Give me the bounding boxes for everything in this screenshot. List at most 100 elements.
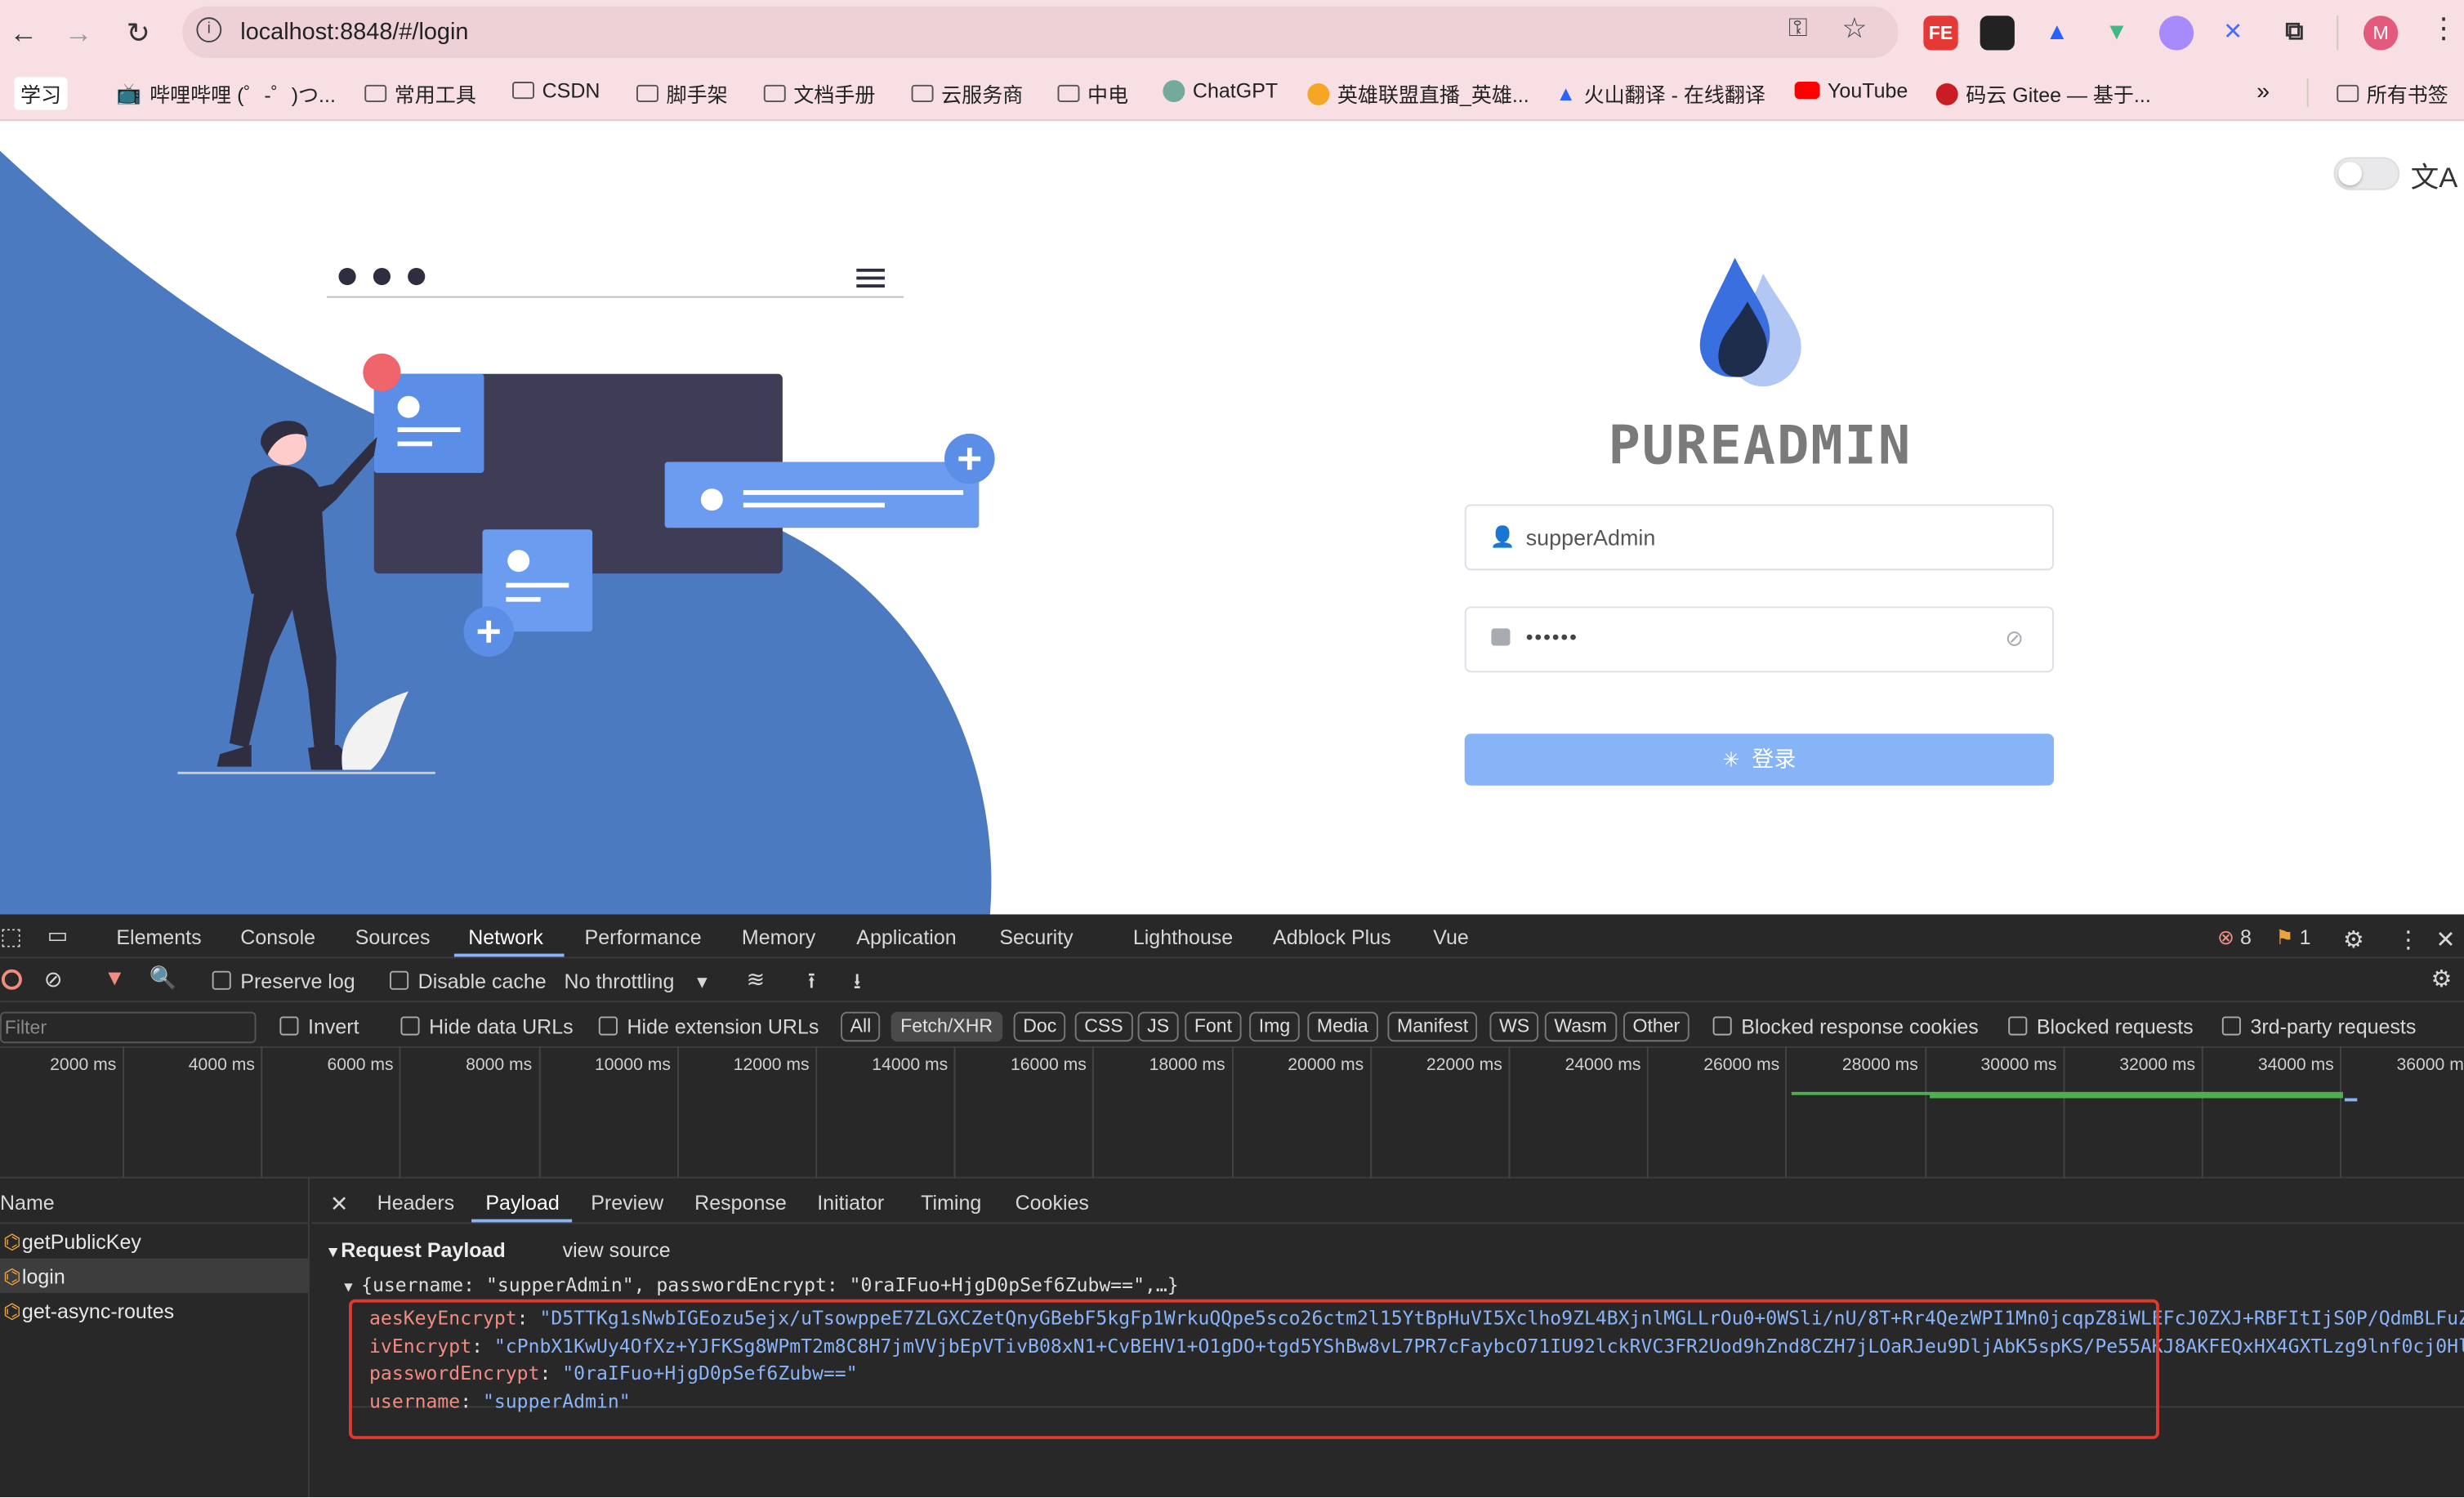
filter-all[interactable]: All bbox=[841, 1011, 881, 1042]
request-row-getPublicKey[interactable]: ⌬ getPublicKey bbox=[3, 1230, 141, 1254]
filter-wasm[interactable]: Wasm bbox=[1544, 1011, 1617, 1042]
bookmark-item[interactable]: 📺 哔哩哔哩 (゜-゜)つ... bbox=[116, 78, 336, 109]
inspect-element-icon[interactable]: ⬚ bbox=[0, 922, 22, 951]
request-row-get-async-routes[interactable]: ⌬ get-async-routes bbox=[3, 1300, 174, 1323]
login-button[interactable]: ✳ 登录 bbox=[1464, 733, 2055, 786]
tab-console[interactable]: Console bbox=[240, 925, 315, 949]
bookmark-item[interactable]: ▲ 火山翻译 - 在线翻译 bbox=[1556, 78, 1765, 109]
clear-icon[interactable]: ⊘ bbox=[44, 966, 63, 993]
translate-icon[interactable]: 文A bbox=[2411, 155, 2458, 196]
preserve-log-checkbox[interactable]: Preserve log bbox=[212, 970, 355, 993]
network-settings-gear-icon[interactable]: ⚙ bbox=[2431, 965, 2453, 993]
url-text[interactable]: localhost:8848/#/login bbox=[240, 19, 468, 46]
detail-tab-response[interactable]: Response bbox=[694, 1191, 787, 1215]
bookmark-item[interactable]: YouTube bbox=[1794, 78, 1908, 102]
detail-tab-timing[interactable]: Timing bbox=[921, 1191, 981, 1215]
bookmark-folder[interactable]: 云服务商 bbox=[911, 78, 1023, 109]
network-conditions-icon[interactable]: ≋ bbox=[747, 966, 766, 993]
bookmark-folder[interactable]: 常用工具 bbox=[364, 78, 476, 109]
filter-fetch-xhr[interactable]: Fetch/XHR bbox=[891, 1011, 1002, 1042]
filter-doc[interactable]: Doc bbox=[1013, 1011, 1066, 1042]
filter-input[interactable]: Filter bbox=[0, 1011, 257, 1044]
hide-data-urls-checkbox[interactable]: Hide data URLs bbox=[400, 1015, 574, 1038]
third-party-requests-checkbox[interactable]: 3rd-party requests bbox=[2221, 1015, 2416, 1038]
close-devtools-icon[interactable]: ✕ bbox=[2435, 925, 2455, 954]
detail-tab-headers[interactable]: Headers bbox=[377, 1191, 455, 1215]
filter-funnel-icon[interactable]: ▼ bbox=[104, 965, 126, 990]
translate-extension-icon[interactable]: ▲ bbox=[2040, 16, 2074, 50]
x-extension-icon[interactable]: ✕ bbox=[2216, 16, 2250, 50]
filter-font[interactable]: Font bbox=[1185, 1011, 1242, 1042]
tab-lighthouse[interactable]: Lighthouse bbox=[1133, 925, 1233, 949]
tab-elements[interactable]: Elements bbox=[116, 925, 201, 949]
disable-cache-checkbox[interactable]: Disable cache bbox=[390, 970, 547, 993]
device-toolbar-icon[interactable]: ▭ bbox=[47, 922, 68, 949]
bookmark-item[interactable]: ChatGPT bbox=[1163, 78, 1278, 102]
bookmark-item[interactable]: 英雄联盟直播_英雄... bbox=[1307, 78, 1529, 109]
tab-memory[interactable]: Memory bbox=[742, 925, 815, 949]
tab-adblock-plus[interactable]: Adblock Plus bbox=[1273, 925, 1391, 949]
password-input[interactable]: •••••• ⊘ bbox=[1464, 606, 2055, 673]
bookmark-folder[interactable]: CSDN bbox=[512, 78, 600, 102]
tab-security[interactable]: Security bbox=[999, 925, 1073, 949]
detail-tab-initiator[interactable]: Initiator bbox=[817, 1191, 884, 1215]
all-bookmarks-folder[interactable]: 所有书签 bbox=[2337, 78, 2448, 109]
username-input[interactable]: 👤 supperAdmin bbox=[1464, 504, 2055, 571]
blocked-response-cookies-checkbox[interactable]: Blocked response cookies bbox=[1712, 1015, 1979, 1038]
throttling-select[interactable]: No throttling ▾ bbox=[565, 970, 708, 995]
tab-application[interactable]: Application bbox=[856, 925, 956, 949]
more-options-icon[interactable]: ⋮ bbox=[2396, 925, 2420, 954]
tab-performance[interactable]: Performance bbox=[585, 925, 702, 949]
dark-mode-toggle[interactable] bbox=[2333, 157, 2400, 190]
bookmark-folder[interactable]: 脚手架 bbox=[636, 78, 728, 109]
puzzle-icon[interactable]: ⧉ bbox=[2277, 16, 2311, 50]
payload-summary[interactable]: ▼ {username: "supperAdmin", passwordEncr… bbox=[344, 1274, 1178, 1296]
menu-kebab-icon[interactable]: ⋮ bbox=[2430, 12, 2458, 45]
tab-vue[interactable]: Vue bbox=[1433, 925, 1469, 949]
search-icon[interactable]: 🔍 bbox=[150, 965, 177, 992]
request-row-login[interactable]: ⌬ login bbox=[3, 1264, 65, 1288]
tab-sources[interactable]: Sources bbox=[355, 925, 431, 949]
detail-tab-preview[interactable]: Preview bbox=[591, 1191, 663, 1215]
import-har-icon[interactable]: ⭱ bbox=[808, 965, 815, 1002]
record-icon[interactable] bbox=[1, 969, 22, 990]
filter-other[interactable]: Other bbox=[1623, 1011, 1690, 1042]
forward-arrow-icon[interactable]: → bbox=[58, 12, 99, 53]
site-info-icon[interactable]: i bbox=[196, 17, 222, 42]
reload-icon[interactable]: ↻ bbox=[118, 12, 158, 53]
back-arrow-icon[interactable]: ← bbox=[3, 12, 44, 53]
filter-js[interactable]: JS bbox=[1137, 1011, 1179, 1042]
tab-network[interactable]: Network bbox=[468, 925, 543, 949]
bookmark-star-icon[interactable]: ☆ bbox=[1841, 12, 1867, 45]
filter-css[interactable]: CSS bbox=[1074, 1011, 1133, 1042]
request-payload-header[interactable]: ▼Request Payload bbox=[325, 1238, 506, 1262]
settings-gear-icon[interactable]: ⚙ bbox=[2343, 925, 2364, 954]
view-source-link[interactable]: view source bbox=[563, 1238, 671, 1262]
fe-extension-icon[interactable]: FE bbox=[1923, 16, 1958, 51]
warning-count[interactable]: ⚑ 1 bbox=[2275, 925, 2310, 951]
more-bookmarks-chevron-icon[interactable]: » bbox=[2256, 78, 2270, 105]
eye-hidden-icon[interactable]: ⊘ bbox=[2005, 626, 2024, 653]
invert-checkbox[interactable]: Invert bbox=[279, 1015, 359, 1038]
extension-icon[interactable] bbox=[2158, 16, 2194, 51]
export-har-icon[interactable]: ⭳ bbox=[853, 965, 860, 1002]
extension-icon[interactable] bbox=[1980, 16, 2015, 51]
name-column-header[interactable]: Name bbox=[0, 1191, 55, 1215]
filter-img[interactable]: Img bbox=[1249, 1011, 1300, 1042]
vue-devtools-icon[interactable]: ▼ bbox=[2100, 16, 2134, 50]
bookmark-item[interactable]: 码云 Gitee — 基于... bbox=[1935, 78, 2151, 109]
hide-extension-urls-checkbox[interactable]: Hide extension URLs bbox=[598, 1015, 819, 1038]
bookmark-folder[interactable]: 中电 bbox=[1057, 78, 1128, 109]
filter-media[interactable]: Media bbox=[1307, 1011, 1378, 1042]
detail-tab-cookies[interactable]: Cookies bbox=[1016, 1191, 1089, 1215]
bookmark-folder[interactable]: 文档手册 bbox=[763, 78, 875, 109]
error-count[interactable]: ⊗ 8 bbox=[2217, 925, 2252, 951]
bookmark-item[interactable]: 学习 bbox=[14, 77, 68, 110]
close-detail-icon[interactable]: ✕ bbox=[330, 1191, 349, 1218]
password-key-icon[interactable]: ⚿ bbox=[1788, 16, 1807, 44]
filter-manifest[interactable]: Manifest bbox=[1387, 1011, 1478, 1042]
filter-ws[interactable]: WS bbox=[1489, 1011, 1539, 1042]
profile-avatar[interactable]: M bbox=[2363, 16, 2399, 51]
blocked-requests-checkbox[interactable]: Blocked requests bbox=[2008, 1015, 2194, 1038]
detail-tab-payload[interactable]: Payload bbox=[485, 1191, 559, 1215]
